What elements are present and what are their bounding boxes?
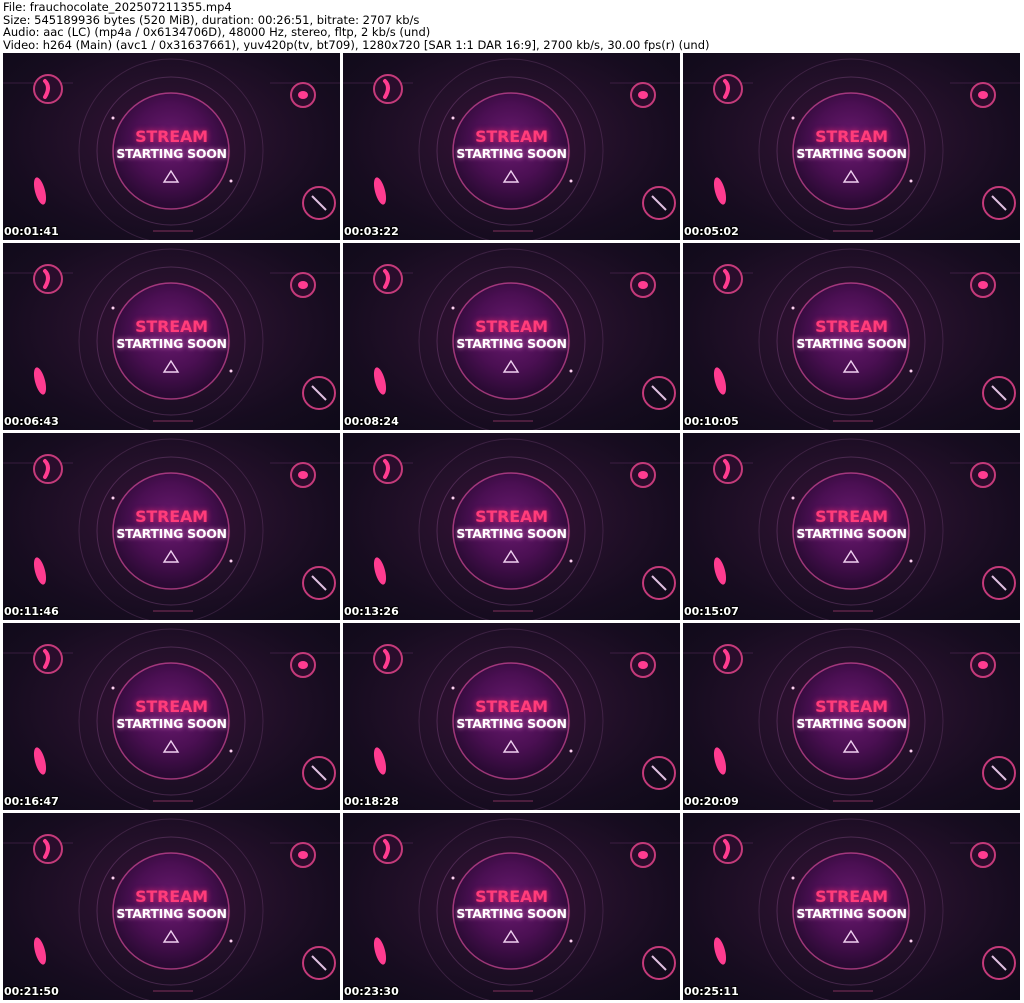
video-thumbnail[interactable]: STREAM STARTING SOON 00:11:46 — [3, 433, 340, 620]
timestamp-label: 00:01:41 — [4, 225, 59, 238]
stream-title: STREAM — [135, 127, 208, 146]
starting-soon-subtitle: STARTING SOON — [456, 336, 567, 351]
file-info-header: File: frauchocolate_202507211355.mp4 Siz… — [3, 1, 1021, 51]
timestamp-label: 00:20:09 — [684, 795, 739, 808]
video-thumbnail[interactable]: STREAM STARTING SOON 00:15:07 — [683, 433, 1020, 620]
video-thumbnail[interactable]: STREAM STARTING SOON 00:13:26 — [343, 433, 680, 620]
stream-title: STREAM — [815, 507, 888, 526]
stream-title: STREAM — [135, 507, 208, 526]
video-thumbnail[interactable]: STREAM STARTING SOON 00:18:28 — [343, 623, 680, 810]
video-info-line: Video: h264 (Main) (avc1 / 0x31637661), … — [3, 38, 710, 52]
video-thumbnail[interactable]: STREAM STARTING SOON 00:08:24 — [343, 243, 680, 430]
timestamp-label: 00:05:02 — [684, 225, 739, 238]
starting-soon-subtitle: STARTING SOON — [456, 716, 567, 731]
video-thumbnail[interactable]: STREAM STARTING SOON 00:05:02 — [683, 53, 1020, 240]
pink-shape-left — [373, 367, 387, 395]
pink-shape-left — [33, 557, 47, 585]
timestamp-label: 00:06:43 — [4, 415, 59, 428]
starting-soon-subtitle: STARTING SOON — [116, 716, 227, 731]
starting-soon-subtitle: STARTING SOON — [456, 146, 567, 161]
starting-soon-subtitle: STARTING SOON — [796, 146, 907, 161]
stream-title: STREAM — [135, 317, 208, 336]
timestamp-label: 00:23:30 — [344, 985, 399, 998]
file-size-line: Size: 545189936 bytes (520 MiB), duratio… — [3, 13, 420, 27]
stream-title: STREAM — [475, 317, 548, 336]
timestamp-label: 00:18:28 — [344, 795, 399, 808]
pink-shape-left — [373, 557, 387, 585]
video-thumbnail[interactable]: STREAM STARTING SOON 00:20:09 — [683, 623, 1020, 810]
stream-title: STREAM — [475, 127, 548, 146]
video-thumbnail[interactable]: STREAM STARTING SOON 00:21:50 — [3, 813, 340, 1000]
video-thumbnail[interactable]: STREAM STARTING SOON 00:01:41 — [3, 53, 340, 240]
pink-shape-left — [713, 177, 727, 205]
timestamp-label: 00:10:05 — [684, 415, 739, 428]
starting-soon-subtitle: STARTING SOON — [796, 336, 907, 351]
stream-title: STREAM — [135, 887, 208, 906]
stream-title: STREAM — [475, 887, 548, 906]
starting-soon-subtitle: STARTING SOON — [116, 906, 227, 921]
pink-shape-left — [713, 557, 727, 585]
timestamp-label: 00:16:47 — [4, 795, 59, 808]
stream-title: STREAM — [135, 697, 208, 716]
video-thumbnail[interactable]: STREAM STARTING SOON 00:10:05 — [683, 243, 1020, 430]
stream-title: STREAM — [815, 887, 888, 906]
timestamp-label: 00:03:22 — [344, 225, 399, 238]
thumbnail-grid: STREAM STARTING SOON 00:01:41 STREAM STA… — [3, 53, 1021, 1003]
file-name-line: File: frauchocolate_202507211355.mp4 — [3, 1, 232, 14]
pink-shape-left — [373, 177, 387, 205]
starting-soon-subtitle: STARTING SOON — [116, 146, 227, 161]
timestamp-label: 00:21:50 — [4, 985, 59, 998]
pink-shape-left — [33, 747, 47, 775]
pink-shape-left — [33, 367, 47, 395]
stream-title: STREAM — [815, 697, 888, 716]
audio-info-line: Audio: aac (LC) (mp4a / 0x6134706D), 480… — [3, 26, 431, 39]
video-thumbnail[interactable]: STREAM STARTING SOON 00:25:11 — [683, 813, 1020, 1000]
stream-title: STREAM — [815, 127, 888, 146]
timestamp-label: 00:15:07 — [684, 605, 739, 618]
starting-soon-subtitle: STARTING SOON — [116, 526, 227, 541]
starting-soon-subtitle: STARTING SOON — [796, 716, 907, 731]
timestamp-label: 00:25:11 — [684, 985, 739, 998]
stream-title: STREAM — [815, 317, 888, 336]
video-thumbnail[interactable]: STREAM STARTING SOON 00:06:43 — [3, 243, 340, 430]
starting-soon-subtitle: STARTING SOON — [456, 906, 567, 921]
starting-soon-subtitle: STARTING SOON — [116, 336, 227, 351]
timestamp-label: 00:11:46 — [4, 605, 59, 618]
starting-soon-subtitle: STARTING SOON — [796, 526, 907, 541]
pink-shape-left — [713, 747, 727, 775]
pink-shape-left — [33, 177, 47, 205]
starting-soon-subtitle: STARTING SOON — [456, 526, 567, 541]
pink-shape-left — [373, 937, 387, 965]
pink-shape-left — [713, 937, 727, 965]
starting-soon-subtitle: STARTING SOON — [796, 906, 907, 921]
timestamp-label: 00:08:24 — [344, 415, 399, 428]
stream-title: STREAM — [475, 507, 548, 526]
video-thumbnail[interactable]: STREAM STARTING SOON 00:16:47 — [3, 623, 340, 810]
timestamp-label: 00:13:26 — [344, 605, 399, 618]
video-thumbnail[interactable]: STREAM STARTING SOON 00:23:30 — [343, 813, 680, 1000]
video-thumbnail[interactable]: STREAM STARTING SOON 00:03:22 — [343, 53, 680, 240]
pink-shape-left — [713, 367, 727, 395]
pink-shape-left — [373, 747, 387, 775]
stream-title: STREAM — [475, 697, 548, 716]
pink-shape-left — [33, 937, 47, 965]
